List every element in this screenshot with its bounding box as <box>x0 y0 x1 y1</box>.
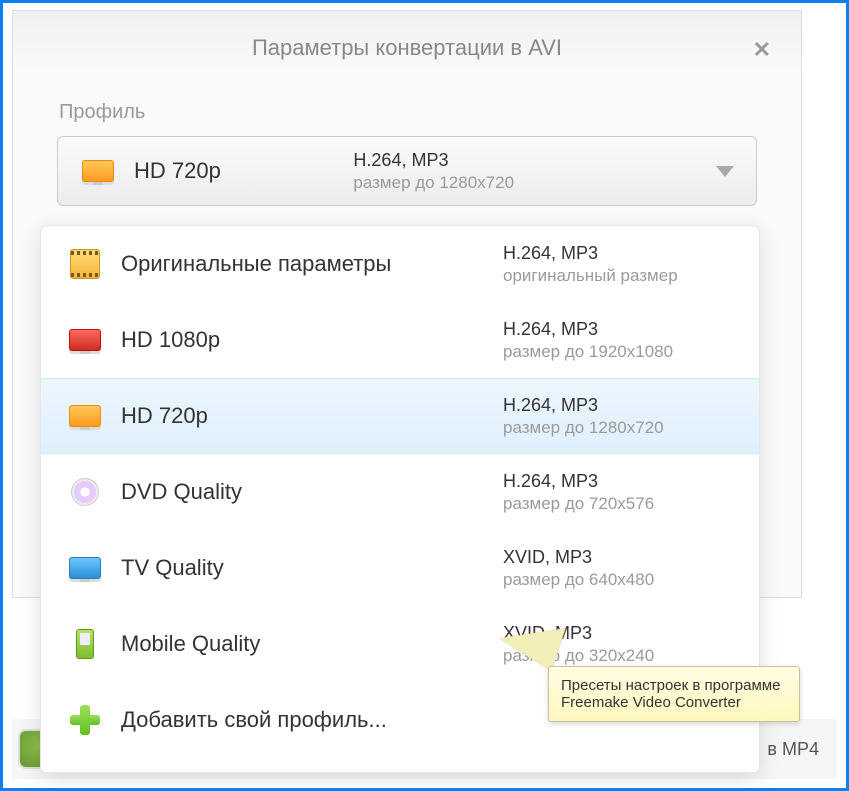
selected-size: размер до 1280x720 <box>353 173 583 193</box>
profile-section-label: Профиль <box>59 101 801 124</box>
selected-codec: H.264, MP3 <box>353 150 583 171</box>
profile-select[interactable]: HD 720p H.264, MP3 размер до 1280x720 <box>57 136 757 206</box>
bg-right-label: в MP4 <box>767 739 819 760</box>
option-label: HD 1080p <box>121 327 220 353</box>
option-label: HD 720p <box>121 403 208 429</box>
selected-profile-label: HD 720p <box>134 158 221 184</box>
hd-monitor-red-icon <box>67 325 103 355</box>
tv-monitor-icon <box>67 553 103 583</box>
option-tv[interactable]: TV Quality XVID, MP3размер до 640x480 <box>41 530 759 606</box>
plus-icon <box>67 705 103 735</box>
option-label: DVD Quality <box>121 479 242 505</box>
disc-icon <box>67 477 103 507</box>
hd-monitor-orange-icon <box>67 401 103 431</box>
hd-monitor-icon <box>80 156 116 186</box>
film-strip-icon <box>67 249 103 279</box>
phone-icon <box>67 629 103 659</box>
annotation-callout: Пресеты настроек в программе Freemake Vi… <box>548 666 800 722</box>
option-label: Добавить свой профиль... <box>121 707 387 733</box>
option-original[interactable]: Оригинальные параметры H.264, MP3оригина… <box>41 226 759 302</box>
option-label: Mobile Quality <box>121 631 260 657</box>
option-hd1080p[interactable]: HD 1080p H.264, MP3размер до 1920x1080 <box>41 302 759 378</box>
option-hd720p[interactable]: HD 720p H.264, MP3размер до 1280x720 <box>41 378 759 454</box>
close-icon[interactable]: ✕ <box>753 37 771 63</box>
option-dvd[interactable]: DVD Quality H.264, MP3размер до 720x576 <box>41 454 759 530</box>
option-label: Оригинальные параметры <box>121 251 391 277</box>
chevron-down-icon <box>716 166 734 177</box>
option-label: TV Quality <box>121 555 224 581</box>
dialog-title: Параметры конвертации в AVI <box>13 11 801 71</box>
